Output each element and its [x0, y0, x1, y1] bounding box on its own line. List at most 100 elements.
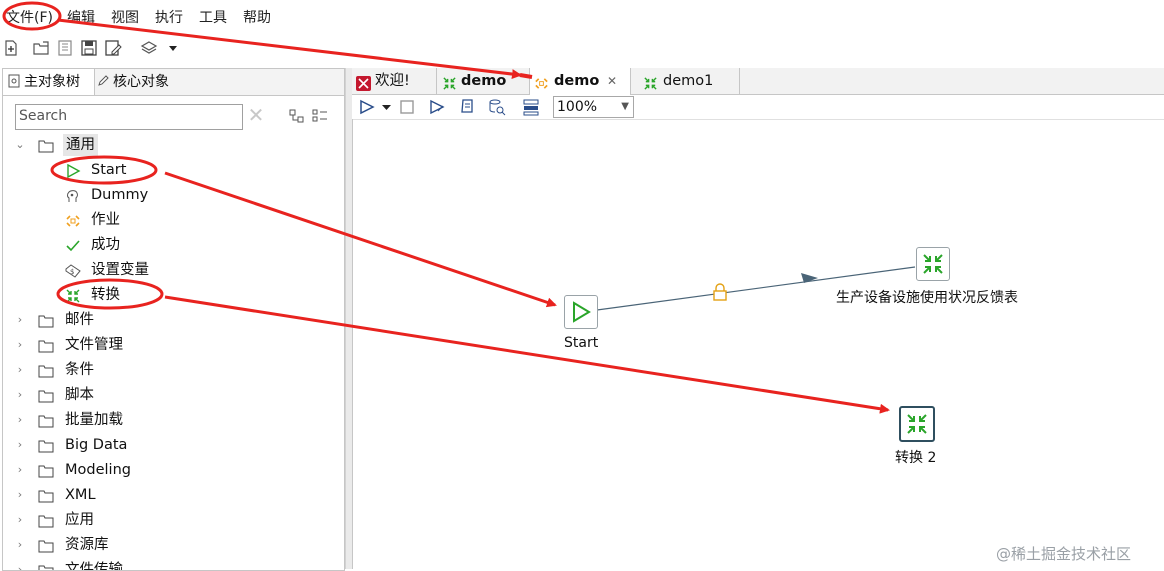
- chevron-right-icon[interactable]: ›: [13, 359, 27, 381]
- open-folder-icon[interactable]: [32, 39, 50, 57]
- start-node[interactable]: [564, 295, 598, 329]
- layers-icon[interactable]: [140, 39, 158, 57]
- chevron-right-icon[interactable]: ›: [13, 334, 27, 356]
- tree-folder-bulk-loading[interactable]: › 批量加载: [13, 409, 213, 431]
- tab-demo1[interactable]: demo1: [631, 68, 740, 94]
- sql-search-icon[interactable]: [488, 98, 506, 116]
- tree-item-success[interactable]: 成功: [65, 234, 185, 256]
- chevron-right-icon[interactable]: ›: [13, 434, 27, 456]
- editor-tabs: 欢迎! demo demo ✕ demo1: [352, 68, 1164, 95]
- tree-item-label: 设置变量: [91, 262, 149, 278]
- explore-repository-icon[interactable]: [56, 39, 74, 57]
- folder-icon: [38, 513, 54, 528]
- menu-run[interactable]: 执行: [155, 7, 183, 27]
- job-icon: [534, 74, 549, 89]
- tree-item-label: 作业: [91, 212, 120, 228]
- tree-folder-xml[interactable]: › XML: [13, 484, 213, 506]
- tab-core-objects[interactable]: 核心对象: [92, 69, 186, 95]
- run-dropdown-icon[interactable]: [378, 98, 396, 116]
- menu-view[interactable]: 视图: [111, 7, 139, 27]
- align-icon[interactable]: [522, 98, 540, 116]
- clear-search-icon[interactable]: ✕: [246, 104, 266, 128]
- collapse-tree-icon[interactable]: [289, 108, 305, 124]
- search-input[interactable]: [16, 105, 239, 127]
- menu-tools[interactable]: 工具: [199, 7, 227, 27]
- editor-toolbar: 100% ▼: [352, 95, 1164, 120]
- pencil-icon: [96, 71, 110, 86]
- chevron-right-icon[interactable]: ›: [13, 309, 27, 331]
- chevron-right-icon[interactable]: ›: [13, 384, 27, 406]
- tree-folder-modeling[interactable]: › Modeling: [13, 459, 213, 481]
- tab-demo-job[interactable]: demo ✕: [530, 68, 631, 95]
- transformation-node[interactable]: [916, 247, 950, 281]
- search-box: [15, 104, 243, 130]
- play-icon: [65, 163, 81, 179]
- tree-item-job[interactable]: 作业: [65, 209, 185, 231]
- tree-folder-general[interactable]: ⌄ 通用: [13, 134, 113, 156]
- job-canvas[interactable]: [352, 119, 1163, 569]
- tree-folder-label: 批量加载: [65, 412, 123, 428]
- transformation-2-node[interactable]: [899, 406, 935, 442]
- save-as-icon[interactable]: [104, 39, 122, 57]
- layers-dropdown-icon[interactable]: [164, 39, 182, 57]
- tab-welcome[interactable]: 欢迎!: [352, 68, 437, 94]
- tree-folder-file-management[interactable]: › 文件管理: [13, 334, 213, 356]
- menu-bar: 文件(F) 编辑 视图 执行 工具 帮助: [0, 0, 1164, 33]
- tree-folder-big-data[interactable]: › Big Data: [13, 434, 213, 456]
- main-toolbar: [0, 33, 1164, 63]
- tree-folder-label: Big Data: [65, 437, 128, 453]
- expand-tree-icon[interactable]: [312, 108, 328, 124]
- chevron-down-icon[interactable]: ⌄: [13, 134, 27, 156]
- chevron-right-icon[interactable]: ›: [13, 459, 27, 481]
- start-node-label: Start: [564, 335, 599, 351]
- menu-edit[interactable]: 编辑: [67, 7, 95, 27]
- transformation-icon: [442, 74, 457, 90]
- folder-icon: [38, 488, 54, 503]
- folder-icon: [38, 338, 54, 353]
- tab-demo-transformation[interactable]: demo: [437, 68, 530, 94]
- tree-folder-repository[interactable]: › 资源库: [13, 534, 213, 556]
- tree-item-start[interactable]: Start: [65, 159, 185, 181]
- folder-icon: [38, 463, 54, 478]
- chevron-right-icon[interactable]: ›: [13, 559, 27, 570]
- tree-item-dummy[interactable]: Dummy: [65, 184, 185, 206]
- tree-folder-label: XML: [65, 487, 96, 503]
- tab-main-object-tree[interactable]: 主对象树: [3, 69, 95, 95]
- close-tab-icon[interactable]: ✕: [607, 68, 617, 94]
- folder-icon: [38, 363, 54, 378]
- tree-folder-label: 条件: [65, 362, 94, 378]
- save-icon[interactable]: [80, 39, 98, 57]
- tree-folder-file-transfer[interactable]: › 文件传输: [13, 559, 213, 570]
- tree-folder-utility[interactable]: › 应用: [13, 509, 213, 531]
- chevron-right-icon[interactable]: ›: [13, 484, 27, 506]
- tree-item-label: Dummy: [91, 187, 149, 203]
- tree-folder-mail[interactable]: › 邮件: [13, 309, 213, 331]
- stop-icon[interactable]: [398, 98, 416, 116]
- preview-icon[interactable]: [428, 98, 446, 116]
- zoom-select[interactable]: 100% ▼: [553, 96, 634, 118]
- document-icon: [7, 71, 21, 88]
- folder-icon: [38, 438, 54, 453]
- new-file-icon[interactable]: [2, 39, 20, 57]
- tree-folder-scripting[interactable]: › 脚本: [13, 384, 213, 406]
- transformation-icon: [923, 254, 943, 274]
- tree-folder-conditions[interactable]: › 条件: [13, 359, 213, 381]
- play-icon: [573, 301, 591, 323]
- chevron-right-icon[interactable]: ›: [13, 534, 27, 556]
- tree-item-set-variables[interactable]: $ 设置变量: [65, 259, 185, 281]
- script-icon[interactable]: [458, 98, 476, 116]
- menu-file[interactable]: 文件(F): [6, 7, 53, 27]
- checkmark-icon: [65, 238, 81, 252]
- tree-folder-label: 邮件: [65, 312, 94, 328]
- tree-item-transformation[interactable]: 转换: [65, 284, 185, 306]
- chevron-right-icon[interactable]: ›: [13, 409, 27, 431]
- chevron-right-icon[interactable]: ›: [13, 509, 27, 531]
- folder-icon: [38, 538, 54, 553]
- run-icon[interactable]: [358, 98, 376, 116]
- folder-icon: [38, 413, 54, 428]
- tree-folder-label: 文件管理: [65, 337, 123, 353]
- tab-demo-label: demo: [554, 73, 600, 89]
- tree-item-label: 转换: [91, 287, 120, 303]
- menu-help[interactable]: 帮助: [243, 7, 271, 27]
- tab-demo-label: demo: [461, 73, 507, 89]
